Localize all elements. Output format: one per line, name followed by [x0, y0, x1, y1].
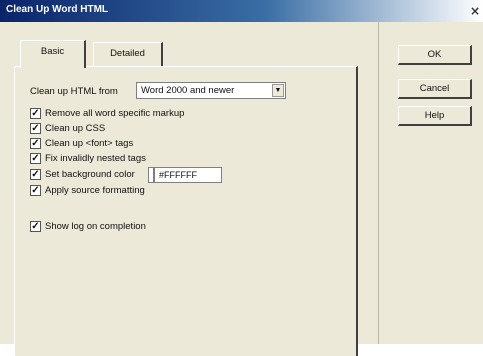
set-background-color-checkbox[interactable]: ✓: [30, 169, 41, 180]
clean-up-font-tags-checkbox[interactable]: ✓: [30, 138, 41, 149]
cleanup-from-label: Clean up HTML from: [30, 86, 118, 97]
background-color-value: #FFFFFF: [159, 170, 197, 180]
cancel-button[interactable]: Cancel: [398, 79, 472, 99]
fix-nested-tags-checkbox[interactable]: ✓: [30, 153, 41, 164]
show-log-checkbox[interactable]: ✓: [30, 221, 41, 232]
cleanup-from-value: Word 2000 and newer: [141, 85, 235, 96]
apply-source-formatting-checkbox[interactable]: ✓: [30, 185, 41, 196]
chevron-down-icon[interactable]: ▼: [272, 84, 284, 97]
button-column-divider: [378, 22, 379, 344]
cleanup-from-select[interactable]: Word 2000 and newer ▼: [136, 82, 286, 99]
show-log-label: Show log on completion: [45, 221, 146, 232]
help-button[interactable]: Help: [398, 106, 472, 126]
clean-up-word-html-dialog: Clean Up Word HTML × Basic Detailed Clea…: [0, 0, 483, 356]
tab-detailed-label: Detailed: [110, 48, 145, 59]
dialog-title: Clean Up Word HTML: [6, 4, 109, 15]
remove-word-markup-checkbox[interactable]: ✓: [30, 108, 41, 119]
title-bar: Clean Up Word HTML ×: [0, 0, 483, 22]
tab-detailed[interactable]: Detailed: [93, 42, 163, 66]
clean-up-font-tags-label: Clean up <font> tags: [45, 138, 134, 149]
background-color-input[interactable]: #FFFFFF: [154, 167, 222, 183]
fix-nested-tags-label: Fix invalidly nested tags: [45, 153, 146, 164]
apply-source-formatting-label: Apply source formatting: [45, 185, 145, 196]
ok-button[interactable]: OK: [398, 45, 472, 65]
clean-up-css-label: Clean up CSS: [45, 123, 106, 134]
tab-basic[interactable]: Basic: [20, 40, 86, 68]
remove-word-markup-label: Remove all word specific markup: [45, 108, 185, 119]
tab-basic-label: Basic: [40, 46, 65, 57]
clean-up-css-checkbox[interactable]: ✓: [30, 123, 41, 134]
set-background-color-label: Set background color: [45, 169, 135, 180]
close-icon[interactable]: ×: [469, 5, 481, 17]
